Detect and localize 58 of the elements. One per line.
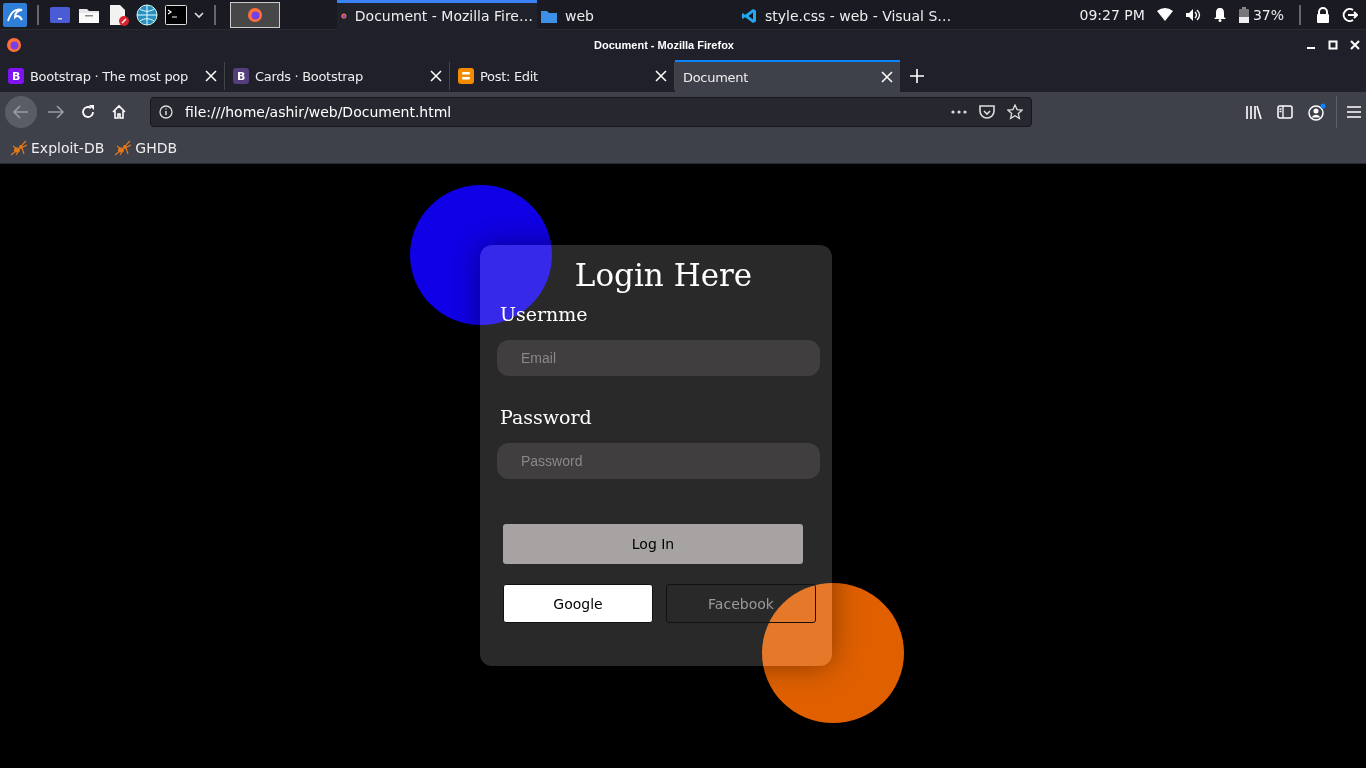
browser-tab[interactable]: B Cards · Bootstrap bbox=[225, 62, 450, 90]
firefox-logo-icon bbox=[6, 37, 22, 53]
reload-icon[interactable] bbox=[80, 104, 96, 120]
sidebar-icon[interactable] bbox=[1277, 105, 1293, 119]
close-tab-icon[interactable] bbox=[655, 70, 667, 82]
logout-icon[interactable] bbox=[1342, 6, 1358, 23]
code-editor-icon bbox=[741, 8, 757, 24]
field-label: Password bbox=[500, 406, 592, 428]
forward-arrow-icon[interactable] bbox=[47, 104, 65, 120]
spider-icon bbox=[114, 139, 133, 156]
lock-icon[interactable] bbox=[1316, 6, 1330, 23]
chevron-down-icon[interactable] bbox=[194, 10, 204, 19]
close-tab-icon[interactable] bbox=[430, 70, 442, 82]
social-login-button[interactable]: Facebook bbox=[666, 584, 816, 623]
window-title: Document - Mozilla Firefox bbox=[593, 39, 735, 51]
info-icon[interactable] bbox=[159, 105, 173, 119]
more-dots-icon[interactable] bbox=[951, 110, 967, 114]
bell-icon[interactable] bbox=[1212, 7, 1227, 22]
document-edit-icon[interactable] bbox=[107, 3, 129, 26]
firefox-window-button[interactable] bbox=[230, 1, 280, 28]
terminal-icon[interactable] bbox=[165, 4, 187, 25]
input-field[interactable]: Password bbox=[497, 443, 820, 479]
maximize-icon[interactable] bbox=[1328, 40, 1338, 50]
close-tab-icon[interactable] bbox=[205, 70, 217, 82]
clock-time[interactable]: 09:27 PM bbox=[1079, 6, 1145, 23]
favicon-icon: B bbox=[8, 68, 24, 84]
social-login-button[interactable]: Google bbox=[503, 584, 653, 623]
speaker-icon[interactable] bbox=[1184, 7, 1201, 22]
pocket-icon[interactable] bbox=[979, 104, 995, 120]
taskbar-window-button[interactable]: style.css - web - Visual S… bbox=[737, 0, 956, 30]
browser-tab[interactable]: Document bbox=[675, 60, 900, 92]
account-icon[interactable] bbox=[1308, 103, 1326, 121]
taskbar-window-button[interactable]: Document - Mozilla Fire… bbox=[337, 0, 537, 30]
login-button[interactable]: Log In bbox=[503, 524, 803, 564]
taskbar-window-button[interactable]: web bbox=[537, 0, 737, 30]
close-icon[interactable] bbox=[1350, 40, 1360, 50]
bookmark-link[interactable]: Exploit-DB bbox=[10, 139, 105, 156]
menu-icon[interactable] bbox=[1347, 106, 1361, 118]
login-heading: Login Here bbox=[573, 256, 753, 295]
battery-icon[interactable] bbox=[1238, 6, 1249, 23]
globe-icon[interactable] bbox=[136, 3, 158, 26]
address-bar[interactable]: file:///home/ashir/web/Document.html bbox=[150, 97, 1032, 127]
desktop-icon[interactable] bbox=[49, 4, 71, 25]
home-icon[interactable] bbox=[111, 104, 127, 120]
star-icon[interactable] bbox=[1007, 104, 1023, 120]
close-tab-icon[interactable] bbox=[881, 71, 893, 83]
firefox-logo-icon bbox=[247, 6, 263, 23]
favicon-icon: B bbox=[233, 68, 249, 84]
wifi-icon[interactable] bbox=[1156, 7, 1173, 22]
battery-percent: 37% bbox=[1252, 6, 1284, 23]
folder-icon bbox=[541, 9, 557, 23]
browser-tab[interactable]: Post: Edit bbox=[450, 62, 675, 90]
spider-icon bbox=[10, 139, 28, 156]
library-icon[interactable] bbox=[1245, 104, 1262, 120]
bookmark-link[interactable]: GHDB bbox=[114, 139, 178, 156]
browser-tab[interactable]: B Bootstrap · The most pop bbox=[0, 62, 225, 90]
new-tab-icon[interactable] bbox=[910, 69, 924, 83]
input-field[interactable]: Email bbox=[497, 340, 820, 376]
